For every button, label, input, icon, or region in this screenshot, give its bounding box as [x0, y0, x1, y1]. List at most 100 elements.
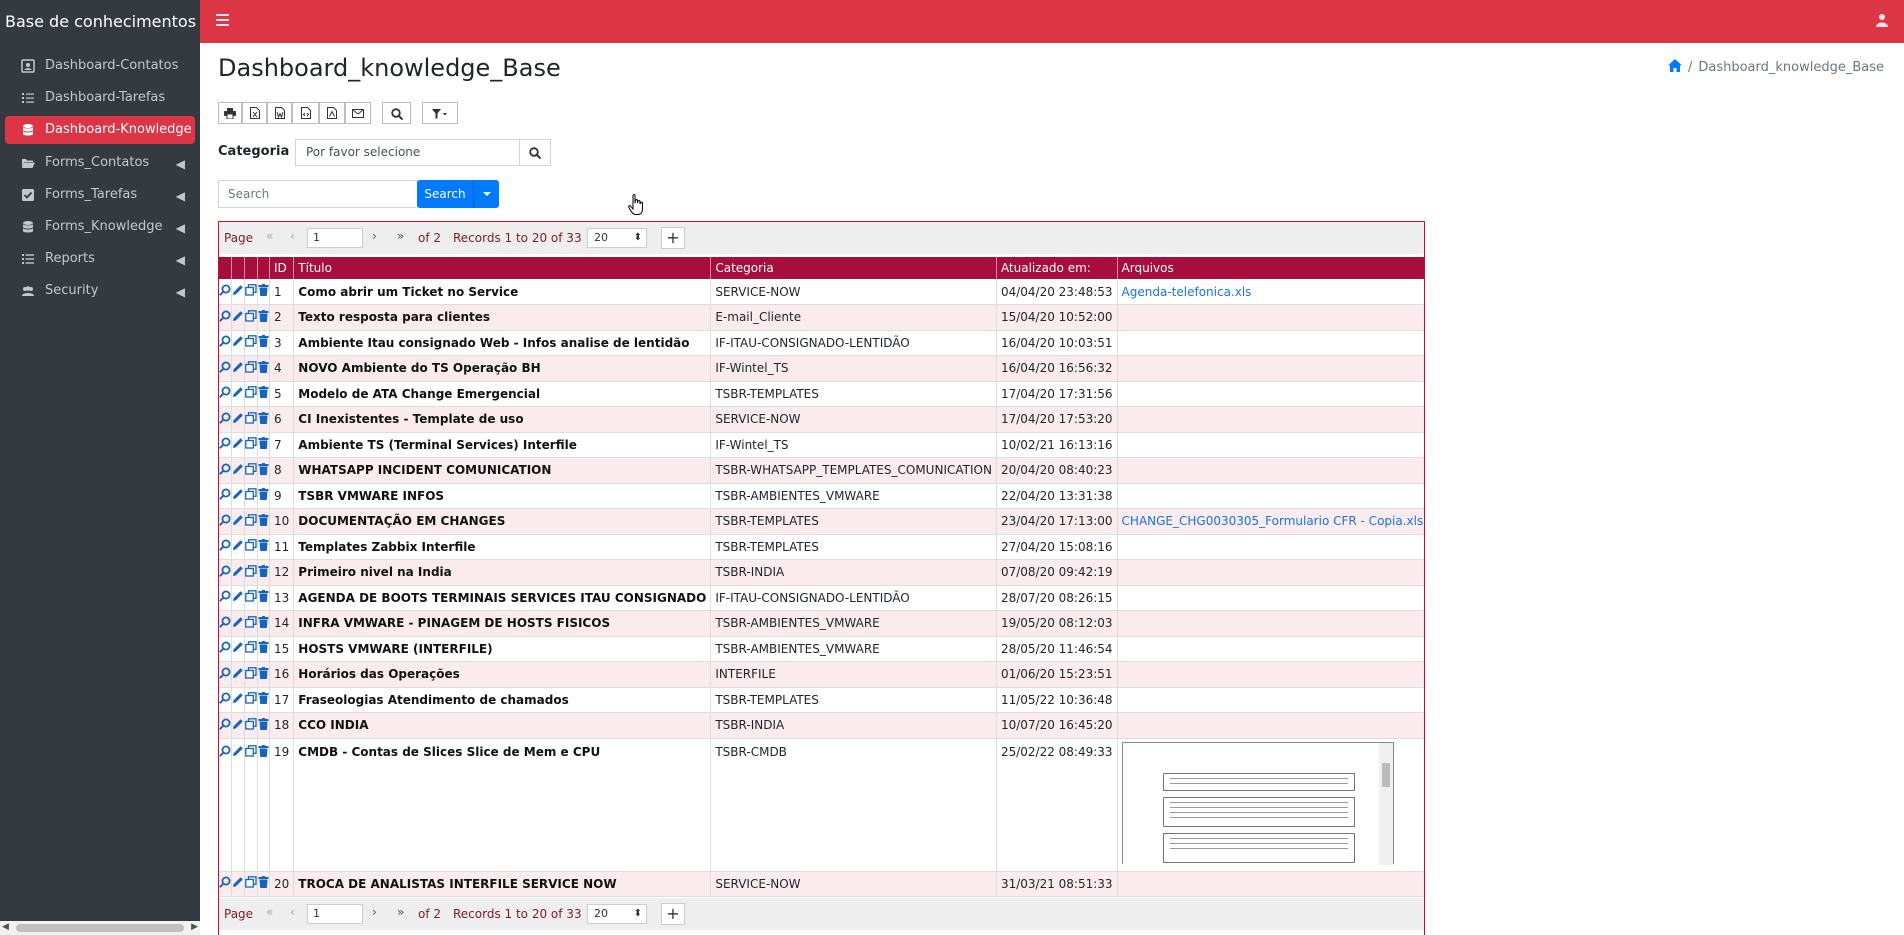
copy-button[interactable] [244, 738, 258, 872]
copy-button[interactable] [244, 406, 258, 433]
view-button[interactable] [219, 534, 232, 560]
copy-button[interactable] [244, 432, 258, 458]
view-button[interactable] [219, 661, 232, 688]
edit-button[interactable] [231, 871, 245, 897]
user-icon[interactable] [1876, 13, 1888, 27]
last-page-button[interactable]: » [397, 905, 404, 919]
copy-button[interactable] [244, 712, 258, 739]
delete-button[interactable] [257, 534, 270, 560]
sidebar-item-dashboard-tarefas[interactable]: Dashboard-Tarefas [5, 84, 195, 112]
edit-button[interactable] [231, 636, 245, 662]
view-button[interactable] [219, 355, 232, 382]
menu-toggle-icon[interactable] [216, 14, 229, 26]
copy-button[interactable] [244, 330, 258, 356]
delete-button[interactable] [257, 432, 270, 458]
app-brand[interactable]: Base de conhecimentos PHP [0, 0, 200, 43]
category-search-button[interactable] [519, 139, 551, 166]
delete-button[interactable] [257, 738, 270, 872]
copy-button[interactable] [244, 585, 258, 611]
add-record-button[interactable]: + [661, 227, 685, 249]
edit-button[interactable] [231, 534, 245, 560]
edit-button[interactable] [231, 355, 245, 382]
file-link[interactable]: Agenda-telefonica.xls [1122, 285, 1252, 299]
next-page-button[interactable]: › [372, 905, 377, 919]
edit-button[interactable] [231, 381, 245, 407]
scroll-right-icon[interactable]: ▶ [191, 922, 198, 932]
category-select[interactable]: Por favor selecione [295, 139, 520, 166]
delete-button[interactable] [257, 381, 270, 407]
quick-search-button[interactable] [382, 102, 411, 124]
delete-button[interactable] [257, 712, 270, 739]
delete-button[interactable] [257, 457, 270, 484]
send-email-button[interactable] [345, 102, 371, 124]
column-header-arquivos[interactable]: Arquivos [1117, 257, 1424, 279]
view-button[interactable] [219, 712, 232, 739]
copy-button[interactable] [244, 871, 258, 897]
page-size-select[interactable]: 20 [587, 228, 647, 248]
view-button[interactable] [219, 508, 232, 535]
view-button[interactable] [219, 381, 232, 407]
page-number-input[interactable]: 1 [307, 904, 363, 924]
search-button[interactable]: Search [417, 180, 473, 208]
copy-button[interactable] [244, 508, 258, 535]
delete-button[interactable] [257, 406, 270, 433]
view-button[interactable] [219, 585, 232, 611]
export-word-button[interactable] [267, 102, 292, 124]
view-button[interactable] [219, 406, 232, 433]
edit-button[interactable] [231, 712, 245, 739]
edit-button[interactable] [231, 304, 245, 331]
copy-button[interactable] [244, 534, 258, 560]
export-excel-button[interactable] [242, 102, 267, 124]
delete-button[interactable] [257, 508, 270, 535]
copy-button[interactable] [244, 483, 258, 509]
page-size-select[interactable]: 20 [587, 904, 647, 924]
column-header-categoria[interactable]: Categoria [710, 257, 997, 279]
edit-button[interactable] [231, 330, 245, 356]
edit-button[interactable] [231, 585, 245, 611]
view-button[interactable] [219, 559, 232, 586]
edit-button[interactable] [231, 687, 245, 713]
view-button[interactable] [219, 871, 232, 897]
copy-button[interactable] [244, 279, 258, 305]
search-input[interactable] [218, 180, 418, 208]
print-button[interactable] [218, 102, 242, 124]
delete-button[interactable] [257, 585, 270, 611]
column-header-id[interactable]: ID [269, 257, 295, 279]
copy-button[interactable] [244, 636, 258, 662]
delete-button[interactable] [257, 687, 270, 713]
edit-button[interactable] [231, 508, 245, 535]
delete-button[interactable] [257, 330, 270, 356]
sidebar-item-forms-knowledge[interactable]: Forms_Knowledge ◀ [5, 213, 195, 241]
edit-button[interactable] [231, 483, 245, 509]
delete-button[interactable] [257, 355, 270, 382]
copy-button[interactable] [244, 687, 258, 713]
home-icon[interactable] [1667, 59, 1682, 72]
edit-button[interactable] [231, 457, 245, 484]
search-options-dropdown[interactable] [473, 180, 499, 208]
preview-scrollbar[interactable] [1378, 742, 1393, 865]
edit-button[interactable] [231, 610, 245, 637]
scrollbar-thumb[interactable] [16, 924, 184, 932]
last-page-button[interactable]: » [397, 229, 404, 243]
sidebar-item-dashboard-knowledge[interactable]: Dashboard-Knowledge [5, 116, 195, 144]
copy-button[interactable] [244, 304, 258, 331]
next-page-button[interactable]: › [372, 229, 377, 243]
filter-button[interactable] [422, 102, 458, 124]
page-number-input[interactable]: 1 [307, 228, 363, 248]
edit-button[interactable] [231, 559, 245, 586]
delete-button[interactable] [257, 559, 270, 586]
sidebar-item-reports[interactable]: Reports ◀ [5, 245, 195, 273]
copy-button[interactable] [244, 381, 258, 407]
first-page-button[interactable]: « [266, 905, 273, 919]
delete-button[interactable] [257, 279, 270, 305]
edit-button[interactable] [231, 406, 245, 433]
column-header-atualizado[interactable]: Atualizado em: [996, 257, 1118, 279]
copy-button[interactable] [244, 610, 258, 637]
edit-button[interactable] [231, 661, 245, 688]
previous-page-button[interactable]: ‹ [290, 905, 295, 919]
view-button[interactable] [219, 738, 232, 872]
delete-button[interactable] [257, 304, 270, 331]
add-record-button[interactable]: + [661, 903, 685, 925]
copy-button[interactable] [244, 355, 258, 382]
file-preview[interactable] [1121, 741, 1394, 865]
